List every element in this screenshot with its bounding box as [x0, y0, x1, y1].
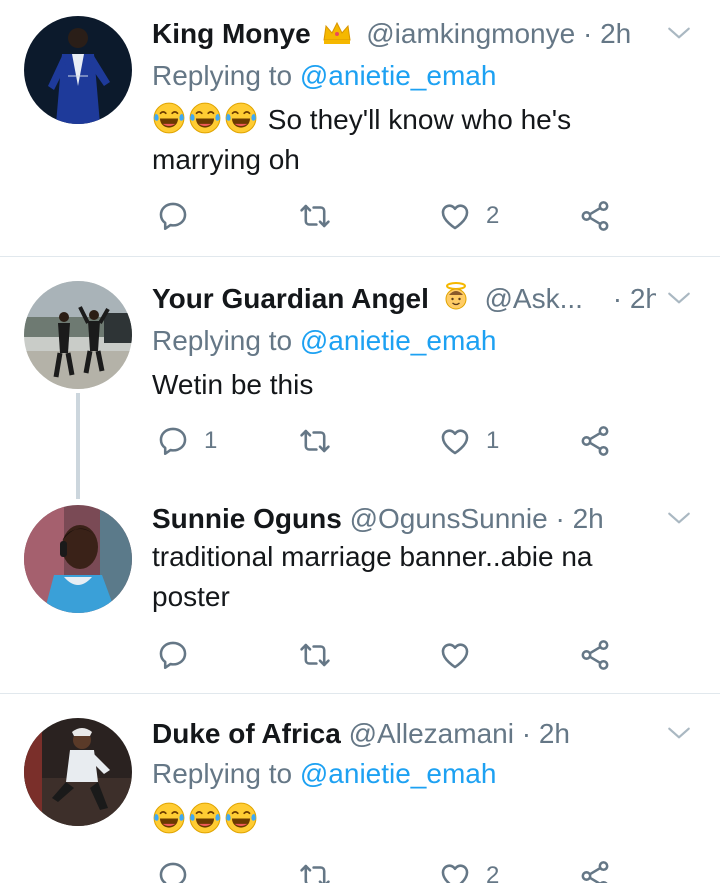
tweet-text: traditional marriage banner..abie na pos…	[152, 537, 672, 617]
retweet-icon	[298, 199, 332, 233]
tweet-body: traditional marriage banner..abie na pos…	[152, 541, 593, 612]
display-name[interactable]: Your Guardian Angel	[152, 283, 429, 314]
like-button[interactable]	[438, 635, 486, 675]
handle[interactable]: @Ask...	[484, 283, 582, 314]
tweet-header: Duke of Africa @Allezamani · 2h	[152, 716, 656, 752]
face-with-tears-of-joy-emoji-icon	[224, 101, 258, 135]
separator-dot: ·	[582, 18, 593, 49]
share-button[interactable]	[578, 856, 612, 883]
avatar-your-guardian-angel[interactable]	[24, 281, 132, 389]
avatar-sunnie-oguns[interactable]	[24, 505, 132, 613]
like-count: 2	[486, 202, 500, 229]
handle[interactable]: @OgunsSunnie	[350, 503, 548, 534]
avatar-king-monye[interactable]	[24, 16, 132, 124]
action-bar: 2	[0, 196, 720, 236]
avatar-image	[24, 718, 132, 826]
display-name[interactable]: Duke of Africa	[152, 718, 341, 749]
tweet-3[interactable]: Sunnie Oguns @OgunsSunnie · 2h tradition…	[0, 485, 720, 693]
face-with-tears-of-joy-emoji-icon	[152, 101, 186, 135]
tweet-header: King Monye @iamkingmonye · 2h	[152, 16, 656, 52]
face-with-tears-of-joy-emoji-icon	[188, 801, 222, 835]
handle[interactable]: @iamkingmonye	[366, 18, 575, 49]
replying-to-label: Replying to	[152, 325, 293, 356]
display-name[interactable]: King Monye	[152, 18, 311, 49]
mention-link[interactable]: @anietie_emah	[300, 758, 497, 789]
action-bar	[0, 635, 720, 675]
tweet-4[interactable]: Duke of Africa @Allezamani · 2h Replying…	[0, 694, 720, 883]
like-count: 2	[486, 862, 500, 883]
timestamp[interactable]: 2h	[600, 18, 631, 49]
reply-icon	[156, 424, 190, 458]
avatar-image	[24, 281, 132, 389]
like-button[interactable]: 1	[438, 421, 499, 461]
chevron-down-icon[interactable]	[666, 285, 692, 311]
share-button[interactable]	[578, 421, 612, 461]
heart-icon	[438, 424, 472, 458]
heart-icon	[438, 638, 472, 672]
separator-dot: ·	[521, 718, 532, 749]
chevron-down-icon[interactable]	[666, 720, 692, 746]
heart-icon	[438, 859, 472, 883]
reply-button[interactable]	[156, 635, 204, 675]
replying-to-label: Replying to	[152, 60, 293, 91]
chevron-down-icon[interactable]	[666, 505, 692, 531]
reply-count: 1	[204, 427, 218, 454]
reply-icon	[156, 638, 190, 672]
retweet-button[interactable]	[298, 856, 346, 883]
separator-dot: ·	[555, 503, 565, 534]
tweet-1[interactable]: King Monye @iamkingmonye · 2h Replying t…	[0, 0, 720, 256]
retweet-icon	[298, 424, 332, 458]
face-with-tears-of-joy-emoji-icon	[224, 801, 258, 835]
angel-emoji-icon	[441, 281, 471, 317]
tweet-header: Sunnie Oguns @OgunsSunnie · 2h	[152, 501, 656, 537]
reply-icon	[156, 199, 190, 233]
retweet-icon	[298, 638, 332, 672]
reply-button[interactable]: 1	[156, 421, 217, 461]
like-button[interactable]: 2	[438, 856, 499, 883]
chevron-down-icon[interactable]	[666, 20, 692, 46]
mention-link[interactable]: @anietie_emah	[300, 60, 497, 91]
handle[interactable]: @Allezamani	[349, 718, 514, 749]
share-icon	[578, 199, 612, 233]
share-button[interactable]	[578, 635, 612, 675]
like-button[interactable]: 2	[438, 196, 499, 236]
replying-to: Replying to @anietie_emah	[152, 323, 496, 359]
face-with-tears-of-joy-emoji-icon	[188, 101, 222, 135]
display-name[interactable]: Sunnie Oguns	[152, 503, 342, 534]
tweet-body: Wetin be this	[152, 369, 314, 400]
avatar-image	[24, 16, 132, 124]
retweet-button[interactable]	[298, 635, 346, 675]
face-with-tears-of-joy-emoji-icon	[152, 801, 186, 835]
tweet-text: Wetin be this	[152, 365, 672, 405]
reply-icon	[156, 859, 190, 883]
timestamp[interactable]: 2h	[630, 283, 656, 314]
retweet-button[interactable]	[298, 421, 346, 461]
retweet-button[interactable]	[298, 196, 346, 236]
avatar-image	[24, 505, 132, 613]
tweet-header: Your Guardian Angel @Ask... · 2h	[152, 281, 656, 317]
action-bar: 1 1	[0, 421, 720, 461]
mention-link[interactable]: @anietie_emah	[300, 325, 497, 356]
avatar-duke-of-africa[interactable]	[24, 718, 132, 826]
timestamp[interactable]: 2h	[573, 503, 604, 534]
like-count: 1	[486, 427, 500, 454]
share-icon	[578, 638, 612, 672]
reply-button[interactable]	[156, 856, 204, 883]
replying-to: Replying to @anietie_emah	[152, 756, 496, 792]
replying-to: Replying to @anietie_emah	[152, 58, 496, 94]
share-button[interactable]	[578, 196, 612, 236]
tweet-2[interactable]: Your Guardian Angel @Ask... · 2h Replyin…	[0, 257, 720, 499]
action-bar: 2	[0, 856, 720, 883]
separator-dot: ·	[612, 283, 623, 314]
share-icon	[578, 859, 612, 883]
tweet-text	[152, 800, 672, 840]
retweet-icon	[298, 859, 332, 883]
reply-button[interactable]	[156, 196, 204, 236]
share-icon	[578, 424, 612, 458]
tweet-text: So they'll know who he's marrying oh	[152, 100, 672, 180]
heart-icon	[438, 199, 472, 233]
crown-emoji-icon	[322, 19, 352, 52]
timestamp[interactable]: 2h	[539, 718, 570, 749]
replying-to-label: Replying to	[152, 758, 293, 789]
